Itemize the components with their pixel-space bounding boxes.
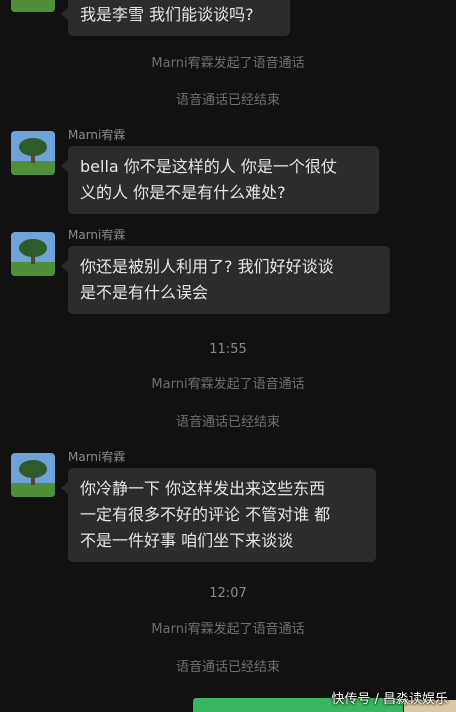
watermark: 快传号 / 昌淼读娱乐 (331, 692, 448, 707)
call-started-notice: Marni宥霖发起了语音通话 (151, 56, 305, 71)
message-text-line: 一定有很多不好的评论 不管对谁 都 (80, 505, 331, 524)
message-bubble[interactable]: 你还是被别人利用了? 我们好好谈谈 是不是有什么误会 (61, 246, 390, 314)
call-started-notice: Marni宥霖发起了语音通话 (151, 377, 305, 392)
message-bubble[interactable]: 你冷静一下 你这样发出来这些东西 一定有很多不好的评论 不管对谁 都 不是一件好… (61, 468, 376, 562)
tree-avatar-icon (11, 453, 55, 497)
message-text-line: 你冷静一下 你这样发出来这些东西 (80, 479, 326, 498)
message-text-line: 是不是有什么误会 (80, 283, 209, 302)
tree-avatar-icon (11, 131, 55, 175)
message-bubble[interactable]: bella 你不是这样的人 你是一个很仗 义的人 你是不是有什么难处? (61, 146, 379, 214)
sender-name: Marni宥霖 (68, 228, 126, 242)
tree-avatar-icon (11, 232, 55, 276)
call-started-notice: Marni宥霖发起了语音通话 (151, 622, 305, 637)
message-text-line: 不是一件好事 咱们坐下来谈谈 (80, 531, 294, 550)
message-bubble[interactable]: 我是李雪 我们能谈谈吗? (61, 0, 290, 36)
call-ended-notice: 语音通话已经结束 (175, 660, 280, 675)
timestamp: 12:07 (209, 586, 247, 601)
avatar[interactable] (11, 0, 55, 12)
avatar[interactable] (11, 453, 55, 497)
avatar[interactable] (11, 131, 55, 175)
message-text-line: 你还是被别人利用了? 我们好好谈谈 (80, 257, 334, 276)
call-ended-notice: 语音通话已经结束 (175, 93, 280, 108)
sender-name: Marni宥霖 (68, 450, 126, 464)
tree-avatar-icon (11, 0, 55, 12)
timestamp: 11:55 (209, 342, 247, 357)
avatar[interactable] (11, 232, 55, 276)
call-ended-notice: 语音通话已经结束 (175, 415, 280, 430)
message-text-line: 义的人 你是不是有什么难处? (80, 183, 286, 202)
message-text-line: 我是李雪 我们能谈谈吗? (80, 5, 254, 24)
sender-name: Marni宥霖 (68, 128, 126, 142)
message-text-line: bella 你不是这样的人 你是一个很仗 (80, 157, 337, 176)
